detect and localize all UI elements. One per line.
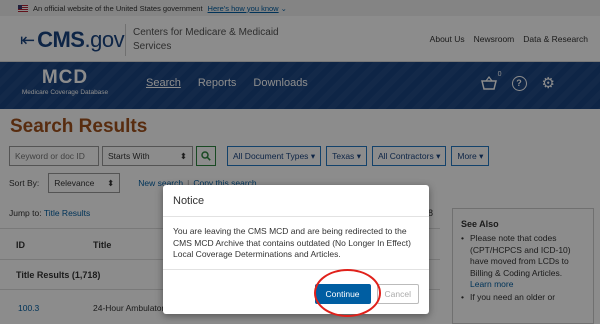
highlight-circle [314,269,381,317]
dialog-title: Notice [163,185,429,217]
notice-dialog: Notice You are leaving the CMS MCD and a… [163,185,429,314]
cancel-button[interactable]: Cancel [376,284,419,304]
dialog-message: You are leaving the CMS MCD and are bein… [163,217,429,270]
